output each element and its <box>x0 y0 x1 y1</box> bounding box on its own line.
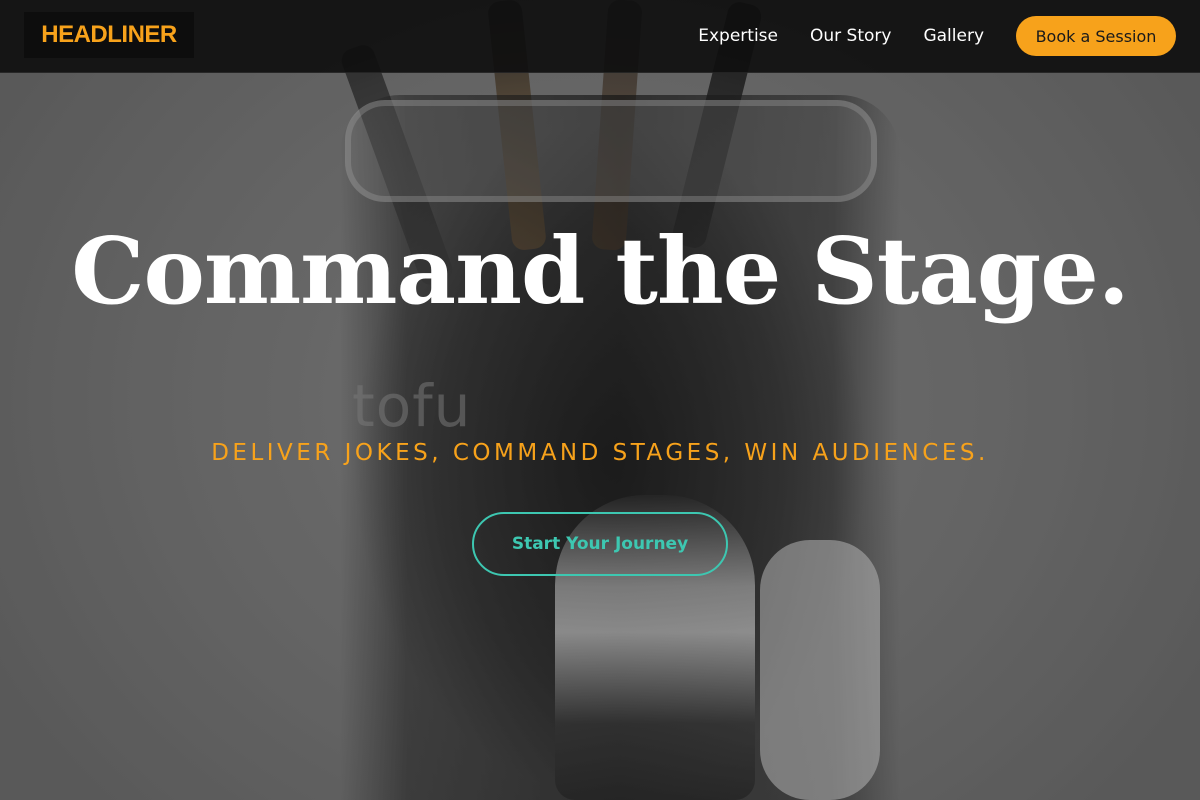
main-nav: Expertise Our Story Gallery <box>698 0 984 72</box>
hero-title: Command the Stage. <box>71 217 1130 325</box>
landing-page: tofu HEADLINER Expertise Our Story Galle… <box>0 0 1200 800</box>
nav-link-gallery[interactable]: Gallery <box>923 26 984 46</box>
site-header: HEADLINER Expertise Our Story Gallery Bo… <box>0 0 1200 73</box>
hero-subtitle: DELIVER JOKES, COMMAND STAGES, WIN AUDIE… <box>211 440 989 466</box>
book-session-button[interactable]: Book a Session <box>1016 16 1176 56</box>
hero-overlay <box>0 0 1200 800</box>
logo[interactable]: HEADLINER <box>24 12 194 58</box>
start-journey-button[interactable]: Start Your Journey <box>472 512 728 576</box>
nav-link-expertise[interactable]: Expertise <box>698 26 778 46</box>
nav-link-our-story[interactable]: Our Story <box>810 26 891 46</box>
